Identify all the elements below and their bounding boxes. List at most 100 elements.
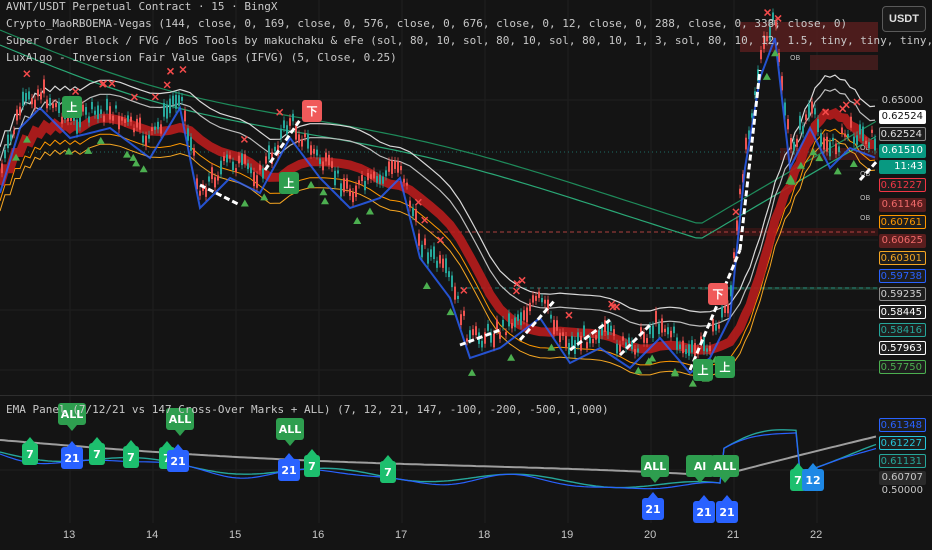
candle-body bbox=[559, 332, 561, 343]
candle-body bbox=[373, 171, 375, 179]
currency-button[interactable]: USDT bbox=[882, 6, 926, 32]
ob-tag: OB bbox=[790, 54, 801, 62]
candle-body bbox=[100, 109, 102, 114]
candle-body bbox=[556, 320, 558, 331]
candle-body bbox=[319, 158, 321, 165]
candle-body bbox=[712, 319, 714, 332]
svg-text:7: 7 bbox=[384, 466, 392, 479]
candle-body bbox=[733, 252, 735, 259]
candle-body bbox=[172, 95, 174, 105]
candle-body bbox=[433, 246, 435, 260]
candle-body bbox=[502, 319, 504, 327]
ema21-cross-marker: 21 bbox=[642, 492, 664, 520]
candle-body bbox=[703, 336, 705, 352]
candle-body bbox=[139, 117, 141, 130]
candle-body bbox=[58, 101, 60, 114]
ema12-cross-marker: 12 bbox=[802, 463, 824, 491]
candle-body bbox=[412, 207, 414, 217]
candle-body bbox=[802, 126, 804, 134]
candle-body bbox=[664, 328, 666, 333]
candle-body bbox=[286, 125, 288, 135]
candle-body bbox=[550, 314, 552, 319]
sell-cross bbox=[565, 311, 573, 319]
candle-body bbox=[532, 295, 534, 303]
candle-body bbox=[868, 142, 870, 149]
candle-body bbox=[454, 286, 456, 300]
price-label: 0.62524 bbox=[879, 127, 926, 141]
panel-divider[interactable] bbox=[0, 395, 932, 396]
sell-cross bbox=[166, 67, 175, 75]
candle-body bbox=[193, 148, 195, 156]
sell-cross bbox=[23, 70, 31, 78]
candle-body bbox=[760, 50, 762, 60]
buy-triangle bbox=[353, 216, 362, 224]
candle-body bbox=[103, 115, 105, 122]
buy-triangle bbox=[507, 353, 516, 361]
candle-body bbox=[232, 161, 234, 171]
svg-text:21: 21 bbox=[719, 506, 734, 519]
candle-body bbox=[10, 134, 12, 141]
candle-body bbox=[52, 103, 54, 109]
svg-text:ALL: ALL bbox=[644, 460, 667, 473]
time-axis[interactable]: 13 14 15 16 17 18 19 20 21 22 bbox=[0, 523, 932, 550]
candle-body bbox=[499, 331, 501, 339]
candle-body bbox=[613, 329, 615, 336]
candle-body bbox=[706, 348, 708, 352]
candle-body bbox=[442, 258, 444, 268]
candle-body bbox=[244, 154, 246, 164]
ema7-cross-marker: 7 bbox=[304, 449, 320, 477]
price-label: 0.61510 bbox=[879, 144, 926, 158]
candle-body bbox=[595, 335, 597, 340]
svg-text:7: 7 bbox=[26, 448, 34, 461]
time-tick: 14 bbox=[146, 529, 159, 541]
order-block-zone bbox=[810, 55, 878, 70]
candle-body bbox=[826, 136, 828, 152]
candle-body bbox=[268, 145, 270, 160]
sell-cross bbox=[512, 287, 520, 295]
candle-body bbox=[862, 126, 864, 141]
candle-body bbox=[190, 137, 192, 151]
candle-body bbox=[217, 175, 219, 181]
time-tick: 16 bbox=[312, 529, 325, 541]
buy-triangle bbox=[833, 167, 842, 175]
candle-body bbox=[829, 142, 831, 157]
candle-body bbox=[184, 110, 186, 122]
candle-body bbox=[394, 160, 396, 169]
candle-body bbox=[832, 137, 834, 141]
svg-text:21: 21 bbox=[281, 464, 296, 477]
candle-body bbox=[736, 220, 738, 231]
chart-canvas[interactable]: OBOBOBOBOBOB 上上上上下下ALLALLALLALLAlALL7777… bbox=[0, 0, 932, 550]
price-label: 0.61146 bbox=[879, 198, 926, 212]
buy-triangle bbox=[849, 160, 858, 168]
candle-body bbox=[676, 337, 678, 350]
candle-body bbox=[178, 95, 180, 106]
candle-body bbox=[142, 135, 144, 143]
candle-body bbox=[799, 115, 801, 130]
candle-body bbox=[355, 185, 357, 198]
candle-body bbox=[691, 340, 693, 353]
candle-body bbox=[1, 163, 3, 174]
indicator-legend-ifvg: LuxAlgo - Inversion Fair Value Gaps (IFV… bbox=[6, 51, 397, 64]
candle-body bbox=[487, 323, 489, 331]
candle-body bbox=[250, 167, 252, 174]
candle-body bbox=[646, 338, 648, 344]
candle-body bbox=[610, 325, 612, 332]
candle-body bbox=[835, 143, 837, 155]
candle-body bbox=[409, 200, 411, 208]
ema21-cross-marker: 21 bbox=[716, 495, 738, 523]
price-label: 0.59738 bbox=[879, 269, 926, 283]
candle-body bbox=[592, 338, 594, 344]
svg-text:下: 下 bbox=[713, 288, 724, 301]
candle-body bbox=[136, 118, 138, 128]
candle-body bbox=[838, 146, 840, 153]
candle-body bbox=[40, 92, 42, 100]
candle-body bbox=[475, 326, 477, 336]
panel-price-label: 0.61348 bbox=[879, 418, 926, 432]
candle-body bbox=[370, 174, 372, 179]
candle-body bbox=[169, 98, 171, 114]
candle-body bbox=[628, 337, 630, 344]
candle-body bbox=[673, 326, 675, 334]
candle-body bbox=[520, 312, 522, 326]
candle-body bbox=[247, 163, 249, 170]
time-tick: 15 bbox=[229, 529, 242, 541]
